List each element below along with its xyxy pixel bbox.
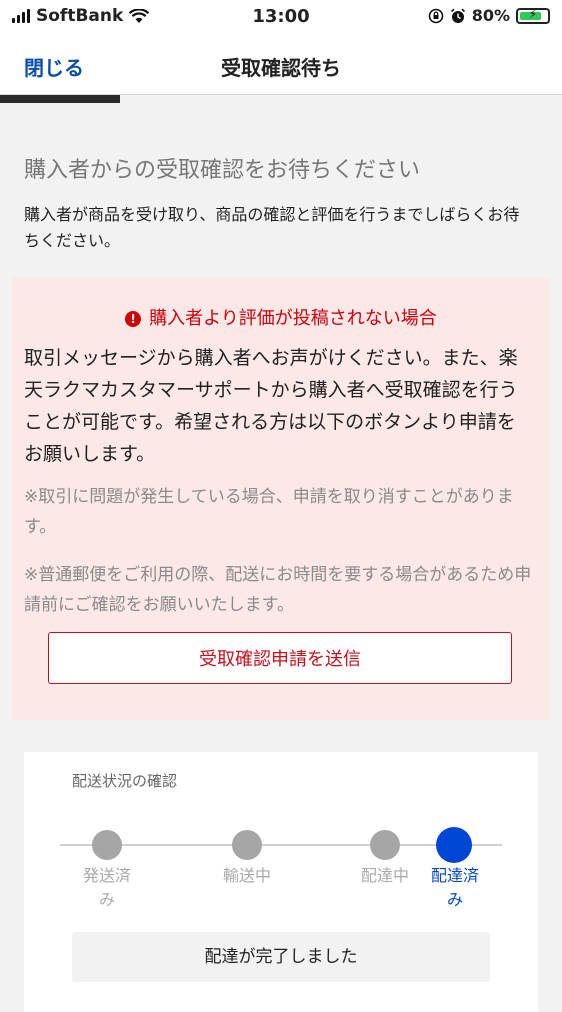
step-label-in-transit: 輸送中 (212, 864, 282, 888)
status-bar: SoftBank 13:00 80% ⚡ (0, 0, 562, 36)
battery-icon: ⚡ (516, 6, 550, 24)
step-label-shipped-line1: 発送済 (82, 866, 131, 885)
step-label-shipped: 発送済み (72, 864, 142, 912)
alarm-icon (450, 8, 465, 23)
warning-title: ! 購入者より評価が投稿されない場合 (12, 304, 550, 330)
step-label-in-transit-line1: 輸送中 (222, 866, 271, 885)
battery-percent: 80% (471, 6, 510, 25)
page-title: 受取確認待ち (221, 56, 341, 80)
step-dot-in-transit (232, 830, 262, 860)
step-label-delivered-line1: 配達済 (430, 866, 479, 885)
warning-panel: ! 購入者より評価が投稿されない場合 取引メッセージから購入者へお声がけください。… (12, 278, 550, 720)
image-strip (0, 95, 120, 103)
step-dot-delivered (436, 827, 472, 863)
nav-bar: 閉じる 受取確認待ち (0, 36, 562, 95)
shipping-status-card: 配送状況の確認 発送済み 輸送中 配達中 配達済み 配達が完了しました (24, 752, 538, 1012)
step-label-delivering-line1: 配達中 (360, 866, 409, 885)
warning-body: 取引メッセージから購入者へお声がけください。また、楽天ラクマカスタマーサポートか… (24, 347, 518, 465)
send-receipt-request-button[interactable]: 受取確認申請を送信 (48, 632, 512, 684)
main-heading: 購入者からの受取確認をお待ちください (24, 158, 421, 183)
step-label-delivering: 配達中 (350, 864, 420, 888)
charging-bolt-icon: ⚡ (528, 6, 538, 21)
alert-icon: ! (125, 311, 142, 327)
step-label-delivered: 配達済み (420, 864, 490, 912)
warning-note-1: ※取引に問題が発生している場合、申請を取り消すことがあります。 (24, 487, 514, 537)
warning-note-2: ※普通郵便をご利用の際、配送にお時間を要する場合があるため申請前にご確認をお願い… (24, 565, 532, 615)
warning-title-text: 購入者より評価が投稿されない場合 (149, 308, 437, 329)
shipping-title: 配送状況の確認 (72, 772, 178, 790)
status-bar-right: 80% ⚡ (428, 6, 550, 25)
step-dot-shipped (92, 830, 122, 860)
step-label-shipped-line2: み (98, 890, 115, 909)
delivery-status: 配達が完了しました (72, 932, 490, 982)
step-label-delivered-line2: み (446, 890, 463, 909)
orientation-lock-icon (428, 8, 444, 23)
step-dot-delivering (370, 830, 400, 860)
main-description: 購入者が商品を受け取り、商品の確認と評価を行うまでしばらくお待ちください。 (24, 205, 520, 250)
